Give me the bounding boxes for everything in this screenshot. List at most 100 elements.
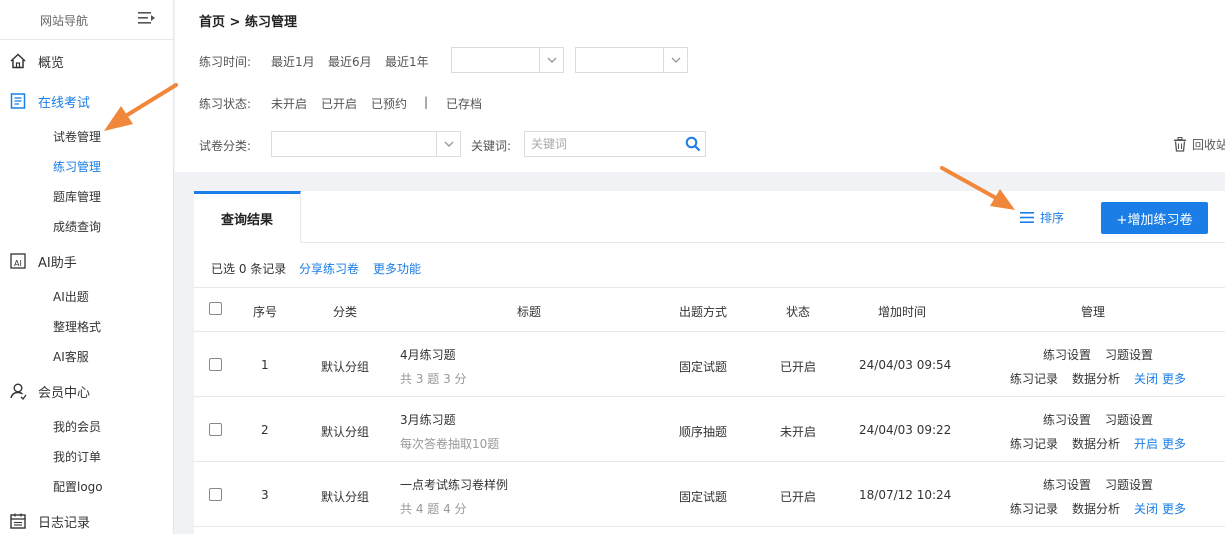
keyword-label: 关键词:	[471, 139, 512, 153]
sort-label: 排序	[1040, 211, 1065, 225]
row-method: 固定试题	[679, 490, 728, 504]
row-no: 2	[261, 423, 269, 437]
row-time: 24/04/03 09:22	[859, 423, 952, 437]
more-functions-link[interactable]: 更多功能	[373, 260, 421, 277]
more-link[interactable]: 更多	[1162, 500, 1186, 517]
time-option-6-months[interactable]: 最近6月	[328, 53, 372, 70]
practice-settings-link[interactable]: 练习设置	[1043, 476, 1091, 493]
sidebar-item-ai-assistant[interactable]: AI AI助手	[0, 246, 174, 276]
more-link[interactable]: 更多	[1162, 435, 1186, 452]
header-manage: 管理	[1081, 305, 1106, 319]
row-checkbox[interactable]	[209, 423, 222, 436]
sort-button[interactable]: 排序	[1020, 209, 1064, 226]
sidebar-sub-score-query[interactable]: 成绩查询	[53, 218, 101, 235]
row-subtitle: 每次答卷抽取10题	[400, 437, 500, 451]
row-category: 默认分组	[321, 360, 370, 374]
practice-records-link[interactable]: 练习记录	[1010, 370, 1058, 387]
sidebar-sub-format[interactable]: 整理格式	[53, 318, 101, 335]
menu-collapse-icon[interactable]	[138, 11, 156, 25]
sidebar-item-label: 在线考试	[38, 95, 91, 111]
status-option-archived[interactable]: 已存档	[446, 95, 482, 112]
calendar-icon	[9, 512, 27, 530]
header-status: 状态	[786, 305, 811, 319]
list-icon	[1020, 212, 1034, 223]
sidebar-sub-ai-service[interactable]: AI客服	[53, 348, 89, 365]
row-checkbox[interactable]	[209, 358, 222, 371]
recycle-bin-label: 回收站	[1192, 138, 1225, 152]
practice-status-label: 练习状态:	[199, 97, 252, 111]
select-all-checkbox[interactable]	[209, 302, 222, 315]
sidebar-item-logs[interactable]: 日志记录	[0, 506, 174, 534]
ai-icon: AI	[9, 252, 27, 270]
table-row: 1 默认分组 4月练习题 共 3 题 3 分 固定试题 已开启 24/04/03…	[194, 332, 1225, 397]
status-option-open[interactable]: 已开启	[321, 95, 357, 112]
toggle-link[interactable]: 关闭	[1134, 500, 1158, 517]
toggle-link[interactable]: 开启	[1134, 435, 1158, 452]
time-option-1-month[interactable]: 最近1月	[271, 53, 315, 70]
practice-records-link[interactable]: 练习记录	[1010, 435, 1058, 452]
row-time: 18/07/12 10:24	[859, 488, 952, 502]
data-analysis-link[interactable]: 数据分析	[1072, 435, 1120, 452]
header-add-time: 增加时间	[878, 305, 927, 319]
results-tabbar: 查询结果 排序 +增加练习卷	[194, 191, 1225, 243]
data-analysis-link[interactable]: 数据分析	[1072, 370, 1120, 387]
sidebar-item-online-exam[interactable]: 在线考试	[0, 86, 174, 116]
user-icon	[9, 382, 27, 400]
sidebar-sub-practice-manage[interactable]: 练习管理	[53, 158, 101, 175]
row-category: 默认分组	[321, 425, 370, 439]
sidebar-sub-paper-manage[interactable]: 试卷管理	[53, 128, 101, 145]
practice-settings-link[interactable]: 练习设置	[1043, 411, 1091, 428]
sidebar-item-member-center[interactable]: 会员中心	[0, 376, 174, 406]
practice-settings-link[interactable]: 练习设置	[1043, 346, 1091, 363]
sidebar-sub-question-bank[interactable]: 题库管理	[53, 188, 101, 205]
row-status: 已开启	[780, 490, 817, 504]
end-date-select[interactable]	[575, 47, 688, 73]
trash-icon	[1174, 137, 1186, 152]
category-select[interactable]	[271, 131, 461, 157]
sidebar-sub-logo-config[interactable]: 配置logo	[53, 478, 103, 495]
data-analysis-link[interactable]: 数据分析	[1072, 500, 1120, 517]
row-category: 默认分组	[321, 490, 370, 504]
practice-records-link[interactable]: 练习记录	[1010, 500, 1058, 517]
question-settings-link[interactable]: 习题设置	[1105, 476, 1153, 493]
more-link[interactable]: 更多	[1162, 370, 1186, 387]
status-option-reserved[interactable]: 已预约	[371, 95, 407, 112]
sidebar-item-overview[interactable]: 概览	[0, 46, 174, 76]
question-settings-link[interactable]: 习题设置	[1105, 346, 1153, 363]
share-practice-link[interactable]: 分享练习卷	[299, 260, 359, 277]
row-title[interactable]: 一点考试练习卷样例	[400, 476, 508, 493]
question-settings-link[interactable]: 习题设置	[1105, 411, 1153, 428]
sidebar-sub-ai-question[interactable]: AI出题	[53, 288, 89, 305]
row-checkbox[interactable]	[209, 488, 222, 501]
row-status: 已开启	[780, 360, 817, 374]
row-method: 顺序抽题	[679, 425, 728, 439]
table-header: 序号 分类 标题 出题方式 状态 增加时间 管理	[194, 287, 1225, 332]
sidebar-item-label: 日志记录	[38, 515, 91, 531]
chevron-down-icon	[539, 48, 563, 72]
status-separator: |	[424, 95, 429, 109]
paper-category-label: 试卷分类:	[199, 139, 252, 153]
header-no: 序号	[253, 305, 278, 319]
practice-time-label: 练习时间:	[199, 55, 252, 69]
status-option-not-open[interactable]: 未开启	[271, 95, 307, 112]
tab-query-results[interactable]: 查询结果	[194, 191, 301, 243]
exam-icon	[9, 92, 27, 110]
start-date-select[interactable]	[451, 47, 564, 73]
sidebar-sub-my-membership[interactable]: 我的会员	[53, 418, 101, 435]
home-icon	[9, 52, 27, 70]
add-practice-button[interactable]: +增加练习卷	[1101, 202, 1208, 234]
search-icon[interactable]	[685, 136, 701, 152]
row-status: 未开启	[780, 425, 817, 439]
sidebar-sub-my-orders[interactable]: 我的订单	[53, 448, 101, 465]
toggle-link[interactable]: 关闭	[1134, 370, 1158, 387]
header-title: 标题	[517, 305, 542, 319]
recycle-bin-button[interactable]: 回收站	[1173, 136, 1225, 153]
time-option-1-year[interactable]: 最近1年	[385, 53, 429, 70]
keyword-search	[524, 131, 706, 157]
selected-count: 已选 0 条记录	[211, 262, 287, 276]
row-time: 24/04/03 09:54	[859, 358, 952, 372]
keyword-input[interactable]	[525, 132, 675, 156]
row-title[interactable]: 4月练习题	[400, 346, 456, 363]
row-title[interactable]: 3月练习题	[400, 411, 456, 428]
row-method: 固定试题	[679, 360, 728, 374]
